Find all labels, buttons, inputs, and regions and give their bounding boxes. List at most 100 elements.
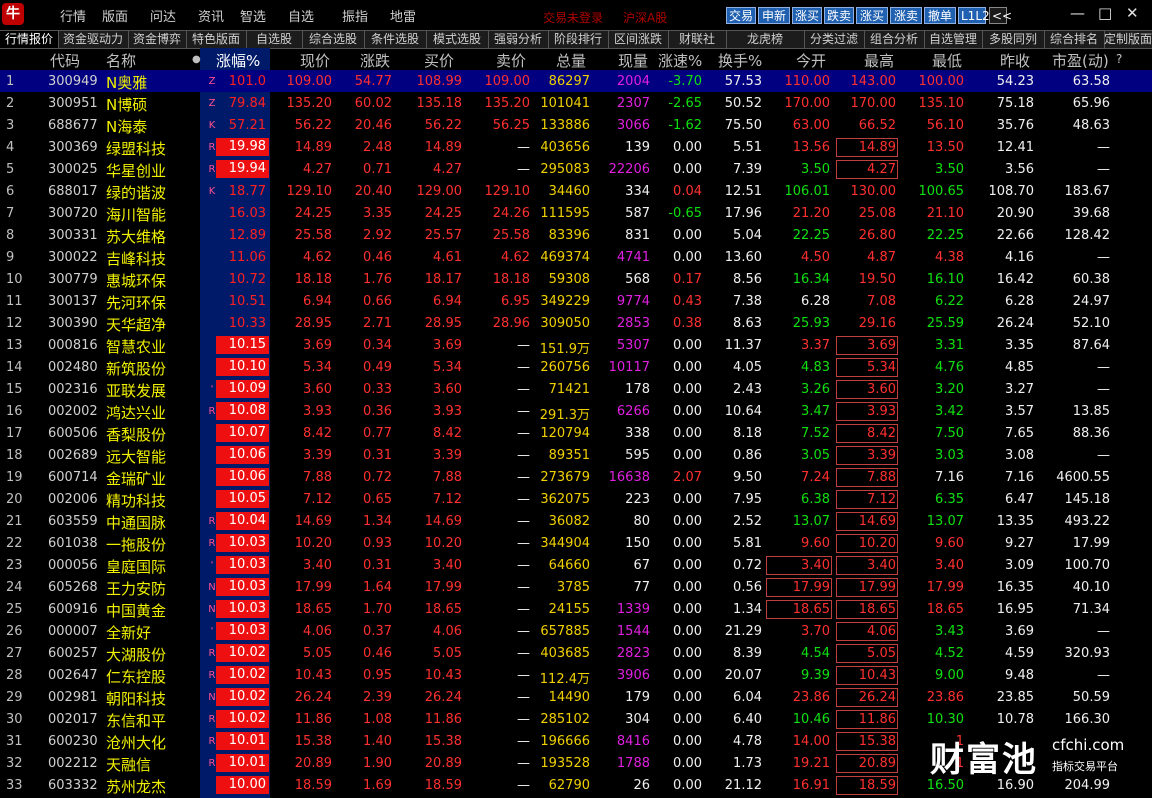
cell-cur: 595 — [625, 448, 650, 463]
table-row[interactable]: 3 688677 N海泰 K 57.21 56.22 20.46 56.22 56.25 1338… — [0, 114, 1152, 136]
tab-strength[interactable]: 强弱分析 — [488, 31, 549, 48]
col-pe[interactable]: 市盈(动) — [1052, 50, 1109, 71]
table-row[interactable]: 18 002689 远大智能 10.06 3.39 0.31 3.39 — 89351 595 0.… — [0, 444, 1152, 466]
menu-wenda[interactable]: 问达 — [150, 6, 176, 25]
col-price[interactable]: 现价 — [300, 50, 330, 71]
table-row[interactable]: 8 300331 苏大维格 12.89 25.58 2.92 25.57 25.58 83396… — [0, 224, 1152, 246]
col-low[interactable]: 最低 — [932, 50, 962, 71]
table-row[interactable]: 25 600916 中国黄金 N 10.03 18.65 1.70 18.65—24155 13… — [0, 598, 1152, 620]
menu-quotes[interactable]: 行情 — [60, 6, 86, 25]
table-row[interactable]: 5 300025 华星创业 R 19.94 4.27 0.71 4.27—295083 2220… — [0, 158, 1152, 180]
table-row[interactable]: 20 002006 精功科技 10.05 7.12 0.65 7.12 — 362075 223 0… — [0, 488, 1152, 510]
table-row[interactable]: 23 000056 皇庭国际 ' 10.03 3.40 0.31 3.40—64660 67 0.… — [0, 554, 1152, 576]
menu-index[interactable]: 振指 — [342, 6, 368, 25]
table-row[interactable]: 21 603559 中通国脉 R 10.04 14.69 1.34 14.69—36082 80… — [0, 510, 1152, 532]
col-high[interactable]: 最高 — [864, 50, 894, 71]
col-cur-volume[interactable]: 现量 — [618, 50, 648, 71]
fast-buy-button[interactable]: 涨买 — [856, 7, 888, 24]
col-turnover[interactable]: 换手% — [718, 50, 762, 71]
cell-price: 18.59 — [294, 778, 332, 793]
cell-chg: 0.49 — [363, 360, 392, 375]
tab-cls[interactable]: 财联社 — [668, 31, 727, 48]
cell-ask: 24.26 — [492, 206, 530, 221]
tab-featured[interactable]: 特色版面 — [186, 31, 247, 48]
col-change[interactable]: 涨跌 — [360, 50, 390, 71]
menu-smart-select[interactable]: 智选 — [240, 6, 266, 25]
table-row[interactable]: 17 600506 香梨股份 10.07 8.42 0.77 8.42 — 120794 338 0… — [0, 422, 1152, 444]
minimize-icon[interactable]: — — [1070, 4, 1085, 22]
tab-quotes[interactable]: 行情报价 — [0, 31, 59, 48]
tab-dragon-tiger[interactable]: 龙虎榜 — [726, 31, 805, 48]
col-volume[interactable]: 总量 — [556, 50, 586, 71]
fast-sell-button[interactable]: 涨卖 — [890, 7, 922, 24]
col-open[interactable]: 今开 — [796, 50, 826, 71]
table-row[interactable]: 12 300390 天华超净 10.33 28.95 2.71 28.95 28.96 3090… — [0, 312, 1152, 334]
col-ask[interactable]: 卖价 — [496, 50, 526, 71]
table-row[interactable]: 9 300022 吉峰科技 11.06 4.62 0.46 4.61 4.62 469374 47… — [0, 246, 1152, 268]
col-change-pct[interactable]: 涨幅% — [216, 50, 260, 71]
change-pct: 10.03 — [228, 601, 266, 616]
cancel-order-button[interactable]: 撤单 — [924, 7, 956, 24]
table-row[interactable]: 26 000007 全新好 ' 10.03 4.06 0.37 4.06—657885 1544… — [0, 620, 1152, 642]
table-row[interactable]: 11 300137 先河环保 10.51 6.94 0.66 6.94 6.95 349229 9… — [0, 290, 1152, 312]
menu-layout[interactable]: 版面 — [102, 6, 128, 25]
stock-code: 300025 — [48, 162, 98, 177]
stock-code: 603332 — [48, 778, 98, 793]
table-row[interactable]: 22 601038 一拖股份 R 10.03 10.20 0.93 10.20—344904 1… — [0, 532, 1152, 554]
tab-self-select[interactable]: 自选股 — [246, 31, 303, 48]
chevron-left-icon[interactable]: << — [989, 7, 1012, 24]
cell-turn: 5.04 — [733, 228, 762, 243]
col-code[interactable]: 代码 — [50, 50, 80, 71]
cell-high: 5.34 — [836, 358, 898, 377]
tab-range[interactable]: 区间涨跌 — [608, 31, 669, 48]
table-row[interactable]: 4 300369 绿盟科技 R 19.98 14.89 2.48 14.89—403656 13… — [0, 136, 1152, 158]
fall-sell-button[interactable]: 跌卖 — [824, 7, 854, 24]
table-row[interactable]: 6 688017 绿的谐波 K 18.77 129.10 20.40 129.00 129.10… — [0, 180, 1152, 202]
ipo-button[interactable]: 申新 — [758, 7, 790, 24]
tab-custom[interactable]: 定制版面 — [1104, 31, 1152, 48]
tab-multi[interactable]: 多股同列 — [982, 31, 1045, 48]
menu-news[interactable]: 资讯 — [198, 6, 224, 25]
maximize-icon[interactable]: □ — [1098, 4, 1112, 22]
cell-low: 13.07 — [926, 514, 964, 529]
table-row[interactable]: 15 002316 亚联发展 ' 10.09 3.60 0.33 3.60—71421 178 0… — [0, 378, 1152, 400]
cell-open: 7.52 — [801, 426, 830, 441]
tab-portfolio[interactable]: 组合分析 — [864, 31, 925, 48]
col-prev-close[interactable]: 昨收 — [1000, 50, 1030, 71]
tab-filter[interactable]: 分类过滤 — [804, 31, 865, 48]
table-row[interactable]: 27 600257 大湖股份 R 10.02 5.05 0.46 5.05—403685 282… — [0, 642, 1152, 664]
tab-fund-drive[interactable]: 资金驱动力 — [58, 31, 129, 48]
tab-rank[interactable]: 综合排名 — [1044, 31, 1105, 48]
table-row[interactable]: 1 300949 N奥雅 Z 101.0 109.00 54.77 108.99 109.00 8… — [0, 70, 1152, 92]
table-row[interactable]: 30 002017 东信和平 R 10.02 11.86 1.08 11.86—285102 3… — [0, 708, 1152, 730]
table-row[interactable]: 10 300779 惠城环保 10.72 18.18 1.76 18.17 18.18 5930… — [0, 268, 1152, 290]
cell-cur: 1339 — [616, 602, 650, 617]
table-row[interactable]: 28 002647 仁东控股 R 10.02 10.43 0.95 10.43—112.4万 3… — [0, 664, 1152, 687]
table-row[interactable]: 24 605268 王力安防 N 10.03 17.99 1.64 17.99—3785 77 0… — [0, 576, 1152, 598]
table-row[interactable]: 13 000816 智慧农业 10.15 3.69 0.34 3.69 — 151.9万 5307… — [0, 334, 1152, 357]
function-tabs: 行情报价 资金驱动力 资金博弈 特色版面 自选股 综合选股 条件选股 模式选股 … — [0, 30, 1152, 49]
l1l2-button[interactable]: L1L2 — [958, 7, 990, 24]
table-row[interactable]: 14 002480 新筑股份 10.10 5.34 0.49 5.34 — 260756 1011… — [0, 356, 1152, 378]
menu-mines[interactable]: 地雷 — [390, 6, 416, 25]
table-row[interactable]: 7 300720 海川智能 16.03 24.25 3.35 24.25 24.26 11159… — [0, 202, 1152, 224]
tab-manage[interactable]: 自选管理 — [924, 31, 983, 48]
col-name[interactable]: 名称 — [106, 50, 136, 71]
table-row[interactable]: 29 002981 朝阳科技 N 10.02 26.24 2.39 26.24—14490 17… — [0, 686, 1152, 708]
table-row[interactable]: 19 600714 金瑞矿业 10.06 7.88 0.72 7.88 — 273679 1663… — [0, 466, 1152, 488]
col-help-icon[interactable]: ? — [1116, 52, 1122, 66]
tab-fund-game[interactable]: 资金博弈 — [128, 31, 187, 48]
col-bid[interactable]: 买价 — [424, 50, 454, 71]
col-speed[interactable]: 涨速% — [658, 50, 702, 71]
tab-pattern-select[interactable]: 模式选股 — [426, 31, 489, 48]
tab-combo-select[interactable]: 综合选股 — [302, 31, 365, 48]
trade-button[interactable]: 交易 — [726, 7, 756, 24]
tab-condition-select[interactable]: 条件选股 — [364, 31, 427, 48]
menu-watchlist[interactable]: 自选 — [288, 6, 314, 25]
table-row[interactable]: 16 002002 鸿达兴业 R 10.08 3.93 0.36 3.93—291.3万 626… — [0, 400, 1152, 423]
cell-open: 3.70 — [801, 624, 830, 639]
table-row[interactable]: 2 300951 N博硕 Z 79.84 135.20 60.02 135.18 135.20 1… — [0, 92, 1152, 114]
tab-stage-rank[interactable]: 阶段排行 — [548, 31, 609, 48]
rise-buy-button[interactable]: 涨买 — [792, 7, 822, 24]
close-icon[interactable]: ✕ — [1126, 4, 1139, 22]
